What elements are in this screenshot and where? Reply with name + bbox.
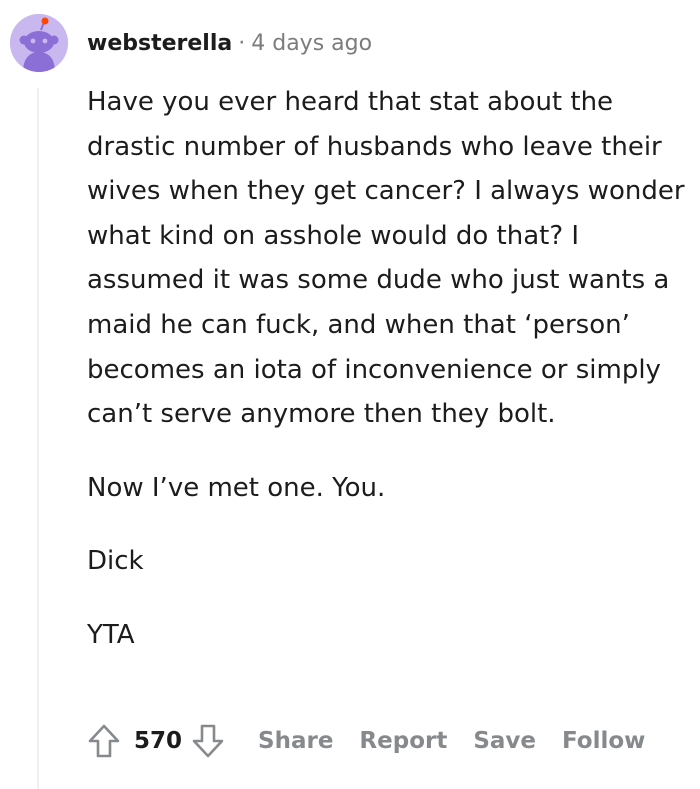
comment: websterella · 4 days ago Have you ever hea…	[0, 0, 700, 789]
comment-paragraph: YTA	[87, 619, 135, 650]
snoo-avatar-icon	[10, 14, 68, 72]
avatar[interactable]	[10, 14, 68, 72]
upvote-button[interactable]	[80, 717, 128, 765]
comment-body: Have you ever heard that stat about the …	[87, 80, 687, 658]
downvote-button[interactable]	[184, 717, 232, 765]
upvote-arrow-icon	[88, 724, 120, 758]
report-button[interactable]: Report	[359, 728, 447, 754]
comment-paragraph: Have you ever heard that stat about the …	[87, 87, 685, 430]
thread-line[interactable]	[37, 88, 39, 789]
separator-dot: ·	[238, 31, 246, 56]
comment-paragraph: Dick	[87, 546, 144, 577]
username[interactable]: websterella	[87, 31, 232, 56]
comment-header: websterella · 4 days ago	[87, 29, 372, 59]
vote-score: 570	[134, 728, 183, 754]
save-button[interactable]: Save	[473, 728, 536, 754]
downvote-arrow-icon	[192, 724, 224, 758]
comment-paragraph: Now I’ve met one. You.	[87, 472, 386, 503]
comment-actions: 570 Share Report Save Follow	[80, 717, 645, 765]
share-button[interactable]: Share	[258, 728, 333, 754]
follow-button[interactable]: Follow	[562, 728, 645, 754]
timestamp[interactable]: 4 days ago	[251, 31, 372, 56]
